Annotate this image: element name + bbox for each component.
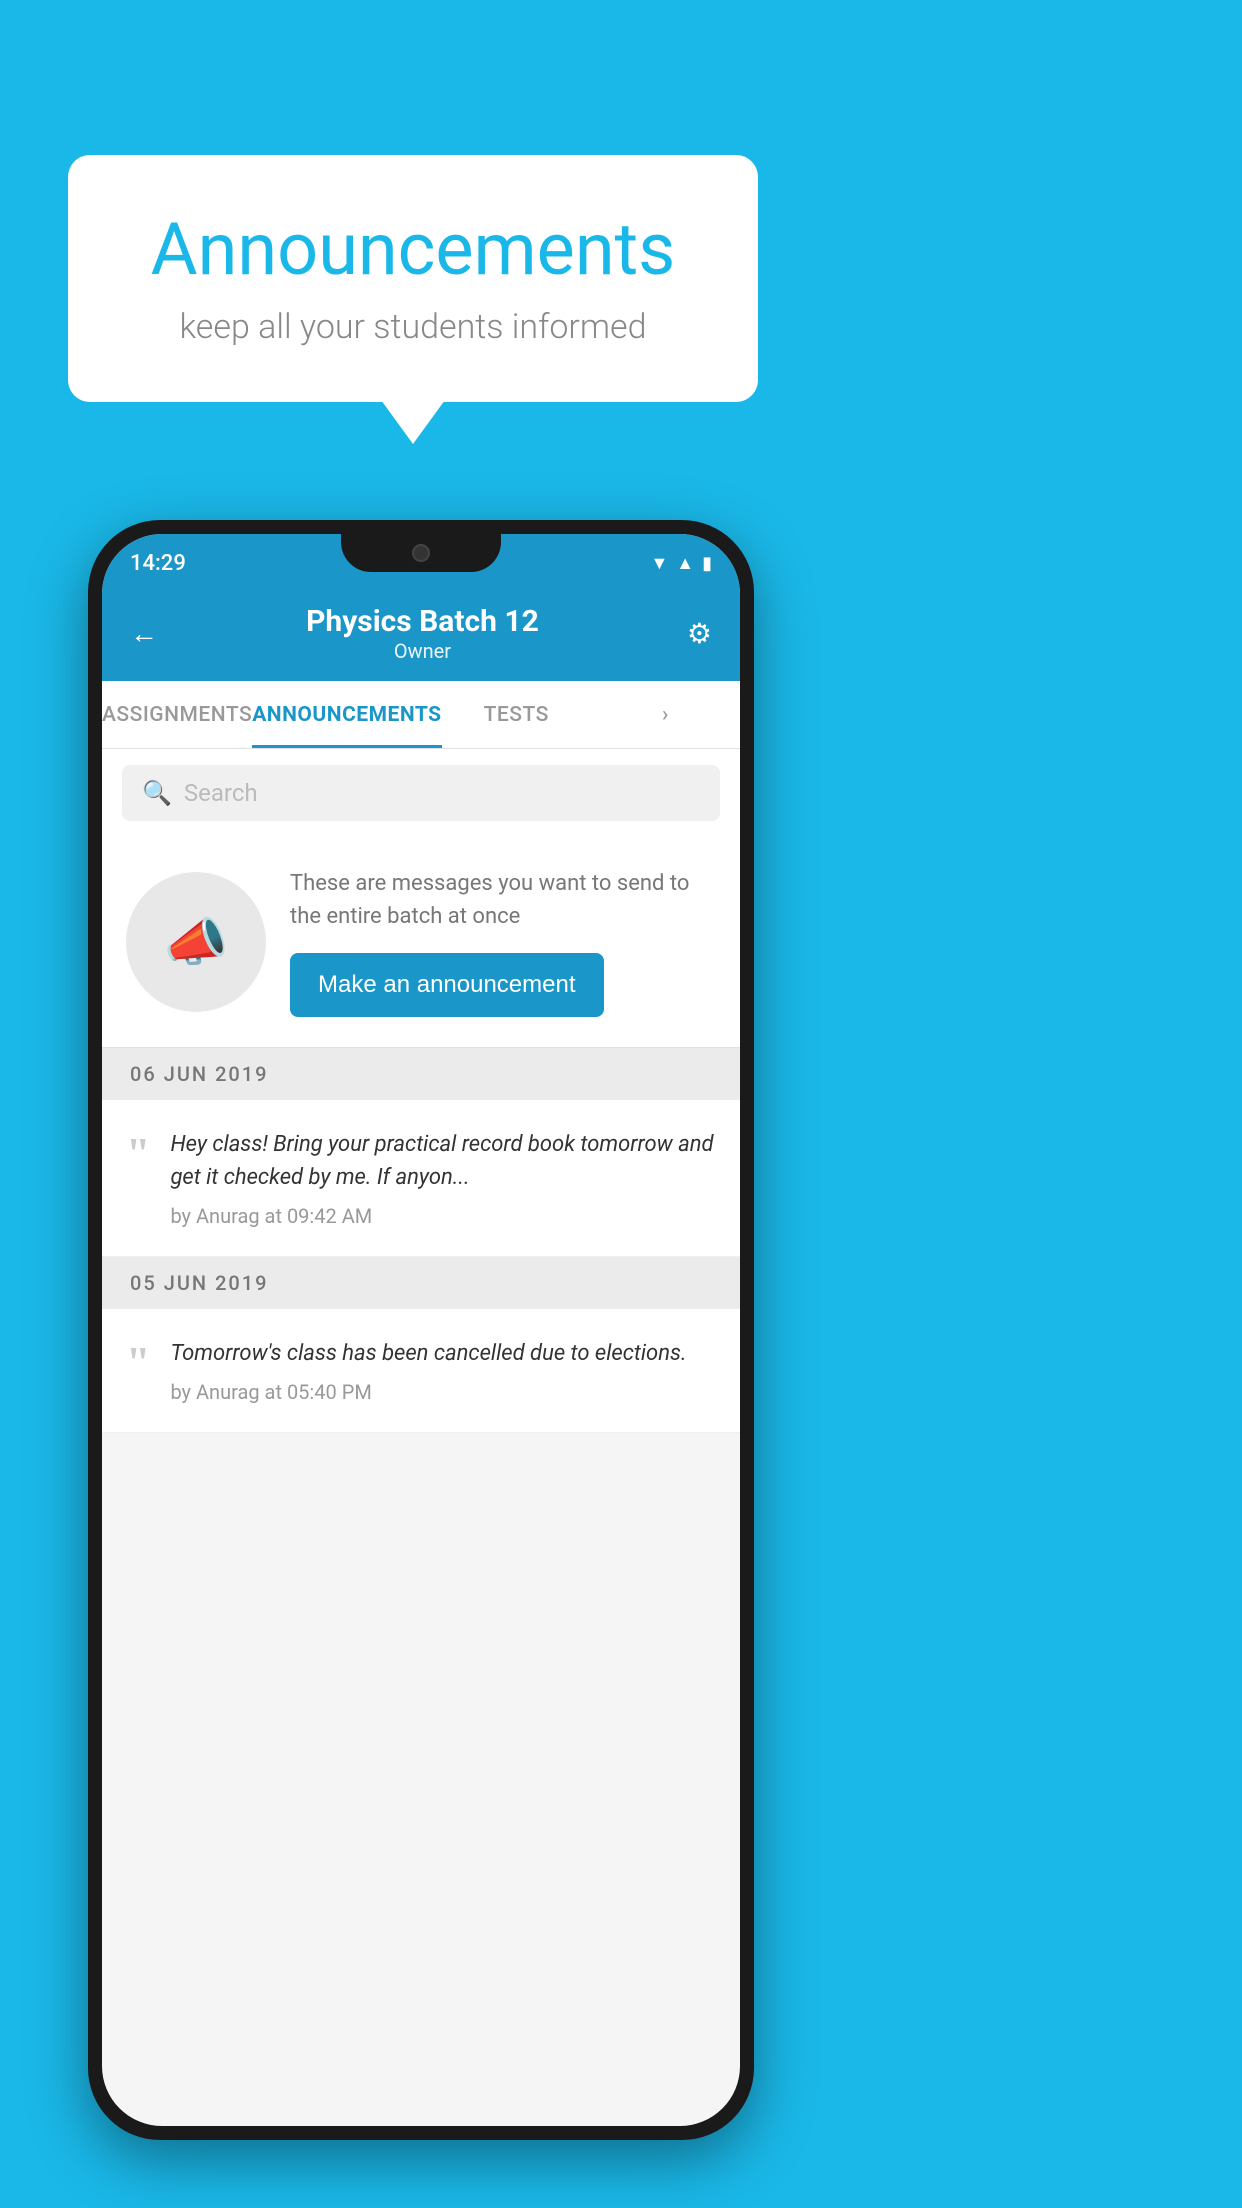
search-container: 🔍 Search bbox=[102, 749, 740, 837]
announcement-text-1: Hey class! Bring your practical record b… bbox=[170, 1128, 716, 1194]
quote-icon-1: " bbox=[126, 1132, 150, 1176]
announcement-item-1[interactable]: " Hey class! Bring your practical record… bbox=[102, 1100, 740, 1257]
speech-bubble: Announcements keep all your students inf… bbox=[68, 155, 758, 402]
phone-outer: 14:29 ▼ ▲ ▮ ← Physics Batch 12 Owner ⚙ A… bbox=[88, 520, 754, 2140]
announcement-content-1: Hey class! Bring your practical record b… bbox=[170, 1128, 716, 1228]
status-icons: ▼ ▲ ▮ bbox=[650, 553, 712, 574]
prompt-description: These are messages you want to send to t… bbox=[290, 867, 716, 933]
bubble-title: Announcements bbox=[118, 210, 708, 289]
wifi-icon: ▼ bbox=[650, 553, 668, 574]
tab-assignments[interactable]: ASSIGNMENTS bbox=[102, 681, 252, 748]
make-announcement-button[interactable]: Make an announcement bbox=[290, 953, 604, 1017]
date-divider-1: 06 JUN 2019 bbox=[102, 1048, 740, 1100]
announcement-content-2: Tomorrow's class has been cancelled due … bbox=[170, 1337, 716, 1404]
quote-icon-2: " bbox=[126, 1341, 150, 1385]
front-camera bbox=[412, 544, 430, 562]
bubble-subtitle: keep all your students informed bbox=[118, 307, 708, 347]
tab-announcements[interactable]: ANNOUNCEMENTS bbox=[252, 681, 441, 748]
status-time: 14:29 bbox=[130, 551, 186, 576]
megaphone-icon: 📣 bbox=[164, 912, 229, 973]
signal-icon: ▲ bbox=[676, 553, 694, 574]
search-input[interactable]: Search bbox=[184, 779, 258, 807]
app-header: ← Physics Batch 12 Owner ⚙ bbox=[102, 586, 740, 681]
header-title: Physics Batch 12 bbox=[306, 604, 539, 639]
date-divider-2: 05 JUN 2019 bbox=[102, 1257, 740, 1309]
announcement-text-2: Tomorrow's class has been cancelled due … bbox=[170, 1337, 716, 1370]
tab-more[interactable]: › bbox=[591, 681, 740, 748]
search-bar[interactable]: 🔍 Search bbox=[122, 765, 720, 821]
phone-screen: 14:29 ▼ ▲ ▮ ← Physics Batch 12 Owner ⚙ A… bbox=[102, 534, 740, 2126]
battery-icon: ▮ bbox=[702, 553, 712, 574]
header-subtitle: Owner bbox=[306, 639, 539, 663]
tabs-bar: ASSIGNMENTS ANNOUNCEMENTS TESTS › bbox=[102, 681, 740, 749]
announcement-item-2[interactable]: " Tomorrow's class has been cancelled du… bbox=[102, 1309, 740, 1433]
back-button[interactable]: ← bbox=[130, 617, 158, 650]
megaphone-circle: 📣 bbox=[126, 872, 266, 1012]
announcement-meta-2: by Anurag at 05:40 PM bbox=[170, 1380, 716, 1404]
settings-icon[interactable]: ⚙ bbox=[687, 617, 712, 650]
phone-mockup: 14:29 ▼ ▲ ▮ ← Physics Batch 12 Owner ⚙ A… bbox=[88, 520, 754, 2140]
phone-notch bbox=[341, 534, 501, 572]
announcement-meta-1: by Anurag at 09:42 AM bbox=[170, 1204, 716, 1228]
header-center: Physics Batch 12 Owner bbox=[306, 604, 539, 663]
tab-tests[interactable]: TESTS bbox=[442, 681, 591, 748]
search-icon: 🔍 bbox=[142, 779, 172, 807]
announcement-prompt: 📣 These are messages you want to send to… bbox=[102, 837, 740, 1048]
prompt-right: These are messages you want to send to t… bbox=[290, 867, 716, 1017]
speech-bubble-card: Announcements keep all your students inf… bbox=[68, 155, 758, 402]
